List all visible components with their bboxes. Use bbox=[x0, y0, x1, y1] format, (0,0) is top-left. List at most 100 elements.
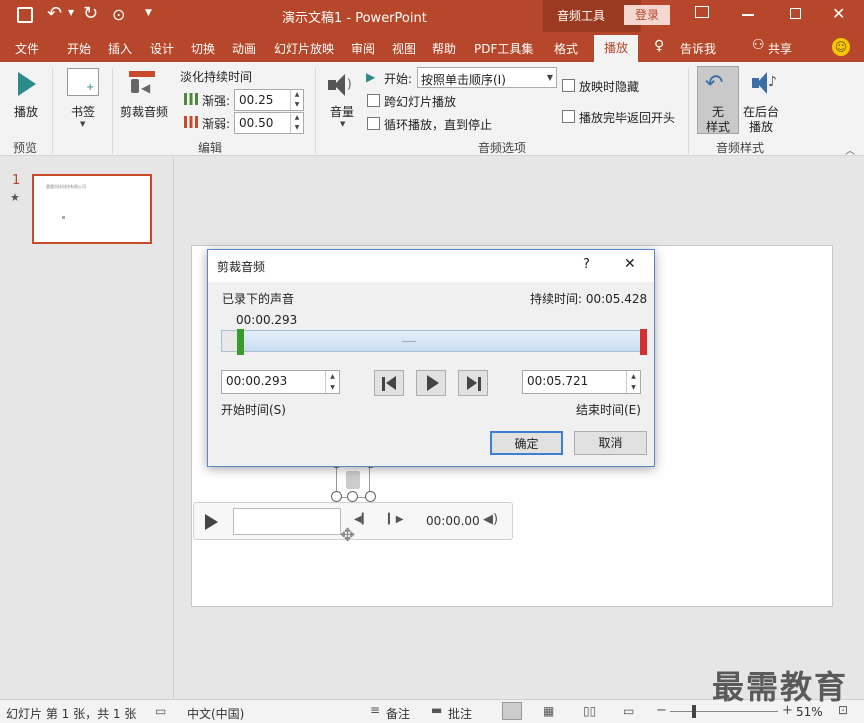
trim-start-handle[interactable] bbox=[237, 329, 244, 355]
accessibility-icon[interactable]: ▭ bbox=[155, 704, 166, 718]
normal-view-icon[interactable] bbox=[502, 702, 522, 720]
zoom-slider-track[interactable] bbox=[670, 711, 778, 712]
play-preview-button[interactable]: 播放 bbox=[14, 103, 38, 120]
no-style-button[interactable]: ↶ 无 样式 bbox=[697, 66, 739, 134]
language-label[interactable]: 中文(中国) bbox=[187, 705, 244, 722]
tab-animations[interactable]: 动画 bbox=[232, 40, 256, 57]
play-button[interactable] bbox=[416, 370, 446, 396]
fade-out-spin-buttons[interactable]: ▲ ▼ bbox=[290, 113, 303, 133]
rewind-checkbox[interactable] bbox=[562, 110, 575, 123]
redo-icon[interactable]: ↻ bbox=[83, 3, 98, 24]
tab-home[interactable]: 开始 bbox=[67, 40, 91, 57]
divider bbox=[112, 68, 113, 154]
volume-icon[interactable]: ) bbox=[328, 72, 354, 98]
dialog-close-button[interactable]: ✕ bbox=[624, 256, 636, 272]
undo-icon[interactable]: ↶ bbox=[47, 3, 62, 24]
tab-file[interactable]: 文件 bbox=[15, 40, 39, 57]
dialog-help-button[interactable]: ? bbox=[583, 257, 590, 272]
end-time-value[interactable]: 00:05.721 bbox=[527, 374, 588, 388]
start-time-spin-buttons[interactable]: ▲ ▼ bbox=[325, 371, 339, 393]
smiley-icon[interactable]: ☺ bbox=[832, 38, 850, 56]
group-audio-options-label: 音频选项 bbox=[478, 141, 527, 155]
comments-icon[interactable]: ▬ bbox=[431, 703, 442, 717]
end-time-spin-buttons[interactable]: ▲ ▼ bbox=[626, 371, 640, 393]
tab-design[interactable]: 设计 bbox=[150, 40, 174, 57]
start-time-value[interactable]: 00:00.293 bbox=[226, 374, 287, 388]
bookmark-icon[interactable]: + bbox=[67, 68, 99, 96]
slide-thumbnail[interactable]: 鹿鹿科技科技有限公司 bbox=[32, 174, 152, 244]
resize-handle[interactable] bbox=[347, 491, 358, 502]
fade-out-value[interactable]: 00.50 bbox=[239, 116, 273, 130]
zoom-out-icon[interactable]: − bbox=[656, 703, 667, 718]
lightbulb-icon[interactable]: ♀ bbox=[654, 38, 664, 54]
resize-handle[interactable] bbox=[331, 491, 342, 502]
customize-qat-icon[interactable]: ▼ bbox=[145, 8, 152, 18]
fade-in-value[interactable]: 00.25 bbox=[239, 93, 273, 107]
trim-audio-button[interactable]: 剪裁音频 bbox=[120, 103, 168, 120]
tab-pdf-tools[interactable]: PDF工具集 bbox=[474, 40, 533, 57]
next-frame-button[interactable] bbox=[458, 370, 488, 396]
login-button[interactable]: 登录 bbox=[624, 5, 670, 25]
start-select-value[interactable]: 按照单击顺序(I) bbox=[421, 71, 506, 88]
reading-view-icon[interactable]: ▯▯ bbox=[583, 704, 596, 718]
window-close-icon[interactable]: ✕ bbox=[832, 4, 845, 23]
maximize-icon[interactable] bbox=[790, 8, 801, 19]
slide-sorter-icon[interactable]: ▦ bbox=[543, 704, 554, 718]
move-handle-icon[interactable]: ✥ bbox=[340, 525, 355, 546]
cross-slides-checkbox[interactable] bbox=[367, 94, 380, 107]
waveform-track[interactable] bbox=[221, 330, 647, 352]
bookmark-button[interactable]: 书签 bbox=[71, 103, 95, 120]
resize-handle[interactable] bbox=[365, 491, 376, 502]
background-play-label-2[interactable]: 播放 bbox=[749, 118, 773, 135]
player-back-icon[interactable]: ◀▎ bbox=[354, 514, 369, 525]
tab-view[interactable]: 视图 bbox=[392, 40, 416, 57]
start-time-spinner[interactable]: 00:00.293 ▲ ▼ bbox=[221, 370, 340, 394]
volume-dropdown-icon[interactable]: ▼ bbox=[340, 120, 345, 128]
player-play-icon[interactable] bbox=[205, 514, 218, 530]
ok-button[interactable]: 确定 bbox=[490, 431, 563, 455]
present-from-start-icon[interactable]: ⊙ bbox=[112, 5, 125, 24]
end-time-spinner[interactable]: 00:05.721 ▲ ▼ bbox=[522, 370, 641, 394]
bookmark-dropdown-icon[interactable]: ▼ bbox=[80, 120, 85, 128]
save-icon[interactable] bbox=[17, 7, 33, 23]
fade-out-icon bbox=[184, 116, 198, 128]
minimize-icon[interactable] bbox=[742, 14, 754, 16]
player-forward-icon[interactable]: ▎▶ bbox=[388, 514, 403, 525]
cancel-button[interactable]: 取消 bbox=[574, 431, 647, 455]
background-play-icon[interactable]: ♪ bbox=[752, 70, 778, 96]
fade-in-spinner[interactable]: 00.25 ▲ ▼ bbox=[234, 89, 304, 111]
comments-button[interactable]: 批注 bbox=[448, 705, 472, 722]
tab-help[interactable]: 帮助 bbox=[432, 40, 456, 57]
notes-icon[interactable]: ≡ bbox=[370, 703, 380, 717]
notes-button[interactable]: 备注 bbox=[386, 705, 410, 722]
loop-checkbox[interactable] bbox=[367, 117, 380, 130]
play-preview-icon[interactable] bbox=[18, 72, 36, 96]
slideshow-view-icon[interactable]: ▭ bbox=[623, 704, 634, 718]
tab-share[interactable]: 共享 bbox=[768, 40, 792, 57]
start-select[interactable]: 按照单击顺序(I) ▼ bbox=[417, 67, 557, 88]
player-volume-icon[interactable]: ◀) bbox=[483, 512, 498, 527]
fade-out-spinner[interactable]: 00.50 ▲ ▼ bbox=[234, 112, 304, 134]
trim-audio-icon[interactable]: ◀ bbox=[127, 69, 157, 97]
undo-dropdown-icon[interactable]: ▼ bbox=[68, 8, 74, 17]
trim-end-handle[interactable] bbox=[640, 329, 647, 355]
zoom-slider-thumb[interactable] bbox=[692, 705, 696, 718]
document-title: 演示文稿1 - PowerPoint bbox=[282, 11, 427, 26]
ribbon-display-options-icon[interactable] bbox=[695, 6, 709, 18]
share-icon[interactable]: ⚇ bbox=[752, 37, 765, 53]
player-progress-track[interactable] bbox=[233, 508, 341, 535]
volume-button[interactable]: 音量 bbox=[330, 103, 354, 120]
tab-insert[interactable]: 插入 bbox=[108, 40, 132, 57]
tab-transitions[interactable]: 切换 bbox=[191, 40, 215, 57]
tab-tell-me[interactable]: 告诉我 bbox=[680, 40, 716, 57]
start-select-arrow-icon[interactable]: ▼ bbox=[547, 73, 553, 82]
previous-frame-button[interactable] bbox=[374, 370, 404, 396]
collapse-ribbon-icon[interactable]: ︿ bbox=[845, 142, 855, 157]
hide-during-show-checkbox[interactable] bbox=[562, 79, 575, 92]
tab-format[interactable]: 格式 bbox=[554, 40, 578, 57]
tab-playback[interactable]: 播放 bbox=[594, 35, 639, 62]
tab-slideshow[interactable]: 幻灯片放映 bbox=[274, 40, 334, 57]
tab-review[interactable]: 审阅 bbox=[351, 40, 375, 57]
fade-in-spin-buttons[interactable]: ▲ ▼ bbox=[290, 90, 303, 110]
context-tool-label: 音频工具 bbox=[557, 9, 606, 23]
